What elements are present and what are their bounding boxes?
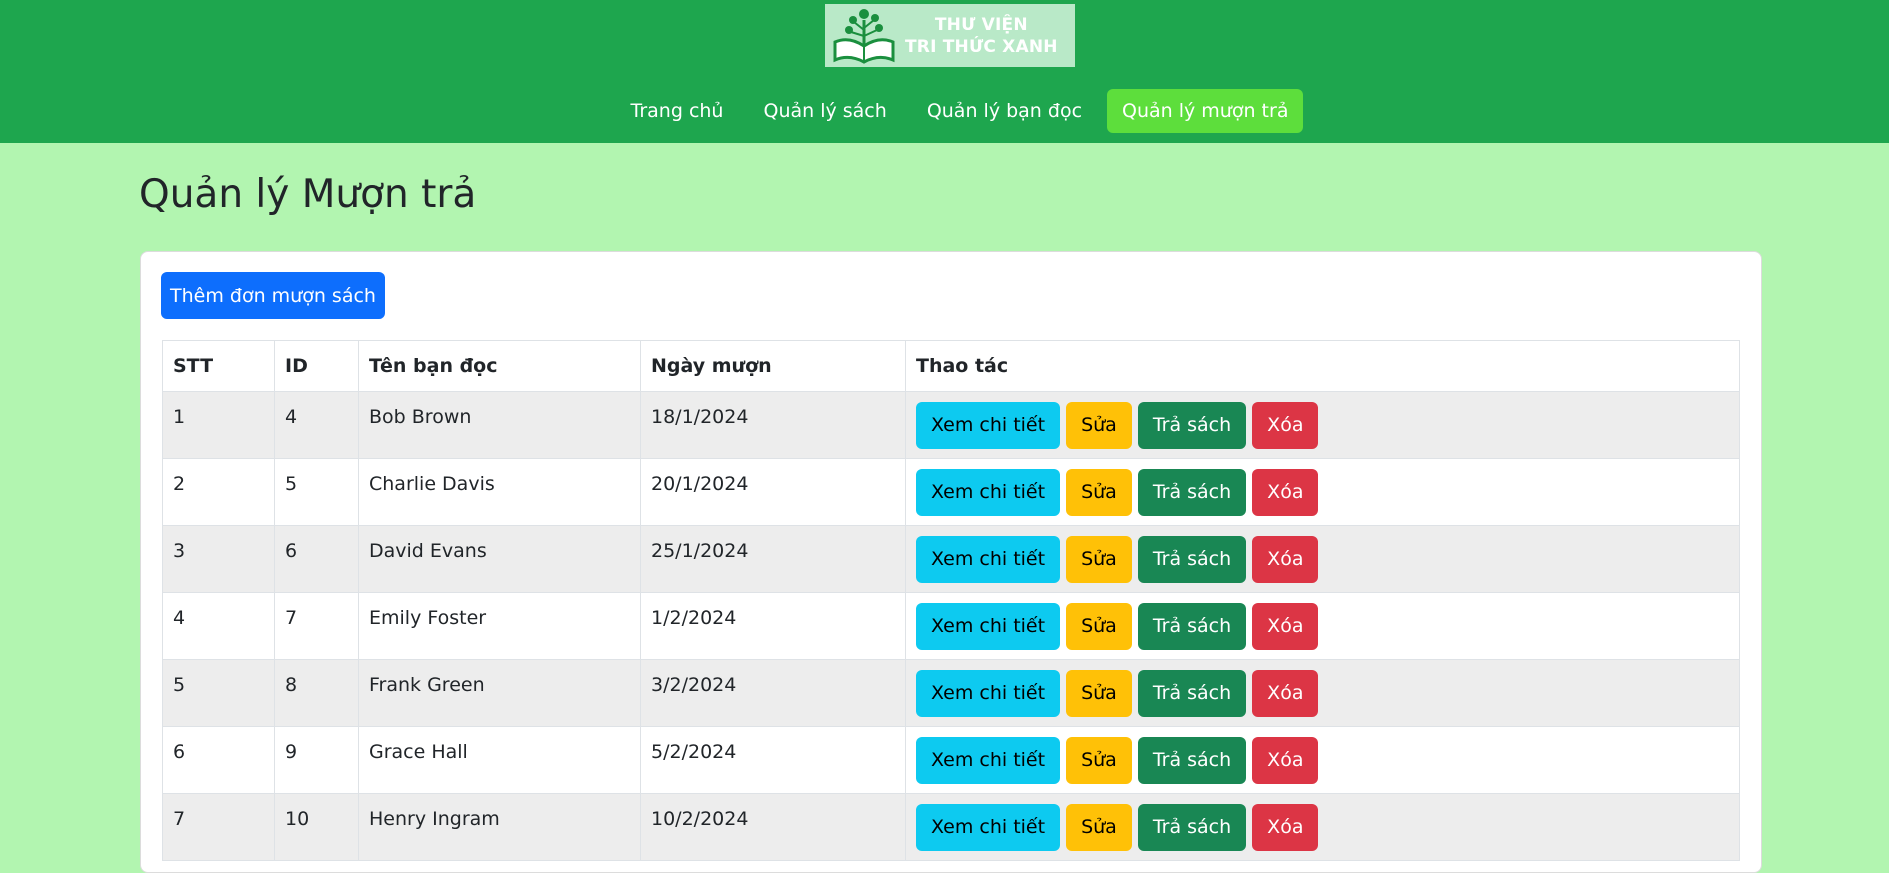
actions-cell: Xem chi tiết Sửa Trả sách Xóa (905, 592, 1740, 660)
edit-button[interactable]: Sửa (1066, 804, 1132, 851)
brand-line-2: TRI THỨC XANH (905, 36, 1058, 57)
return-book-button[interactable]: Trả sách (1137, 804, 1247, 851)
return-book-button[interactable]: Trả sách (1137, 670, 1247, 717)
delete-button[interactable]: Xóa (1252, 469, 1319, 516)
table-body: 1 4 Bob Brown 18/1/2024 Xem chi tiết Sửa Trả s… (162, 391, 1740, 861)
site-header: THƯ VIỆN TRI THỨC XANH Trang chủ Quản lý… (0, 0, 1889, 143)
nav-item-loans[interactable]: Quản lý mượn trả (1107, 89, 1304, 133)
delete-button[interactable]: Xóa (1252, 670, 1319, 717)
reader-name-cell: David Evans (358, 525, 641, 593)
edit-button[interactable]: Sửa (1066, 670, 1132, 717)
return-book-button[interactable]: Trả sách (1137, 603, 1247, 650)
id-cell: 10 (274, 793, 359, 861)
table-row: 6 9 Grace Hall 5/2/2024 Xem chi tiết Sửa Trả s… (162, 726, 1740, 794)
book-tree-icon (833, 8, 895, 64)
stt-cell: 1 (162, 391, 275, 459)
return-book-button[interactable]: Trả sách (1137, 469, 1247, 516)
actions-cell: Xem chi tiết Sửa Trả sách Xóa (905, 525, 1740, 593)
id-cell: 9 (274, 726, 359, 794)
borrow-date-cell: 20/1/2024 (640, 458, 906, 526)
table-row: 5 8 Frank Green 3/2/2024 Xem chi tiết Sửa Trả … (162, 659, 1740, 727)
loans-table: STT ID Tên bạn đọc Ngày mượn Thao tác 14… (162, 340, 1740, 861)
reader-name-cell: Bob Brown (358, 391, 641, 459)
actions-cell: Xem chi tiết Sửa Trả sách Xóa (905, 458, 1740, 526)
view-detail-button[interactable]: Xem chi tiết (916, 804, 1061, 851)
borrow-date-cell: 5/2/2024 (640, 726, 906, 794)
return-book-button[interactable]: Trả sách (1137, 536, 1247, 583)
loans-card: Thêm đơn mượn sách STT ID Tên bạn đọc Ng… (140, 251, 1762, 873)
header-stt: STT (162, 340, 275, 392)
stt-cell: 3 (162, 525, 275, 593)
nav-item-books[interactable]: Quản lý sách (748, 89, 901, 133)
table-row: 2 5 Charlie Davis 20/1/2024 Xem chi tiết Sửa T… (162, 458, 1740, 526)
header-borrow-date: Ngày mượn (640, 340, 906, 392)
view-detail-button[interactable]: Xem chi tiết (916, 469, 1061, 516)
actions-cell: Xem chi tiết Sửa Trả sách Xóa (905, 659, 1740, 727)
borrow-date-cell: 1/2/2024 (640, 592, 906, 660)
table-row: 1 4 Bob Brown 18/1/2024 Xem chi tiết Sửa Trả s… (162, 391, 1740, 459)
return-book-button[interactable]: Trả sách (1137, 737, 1247, 784)
reader-name-cell: Grace Hall (358, 726, 641, 794)
id-cell: 7 (274, 592, 359, 660)
table-header-row: STT ID Tên bạn đọc Ngày mượn Thao tác (162, 340, 1740, 392)
delete-button[interactable]: Xóa (1252, 536, 1319, 583)
table-row: 4 7 Emily Foster 1/2/2024 Xem chi tiết Sửa Trả… (162, 592, 1740, 660)
header-actions: Thao tác (905, 340, 1740, 392)
edit-button[interactable]: Sửa (1066, 603, 1132, 650)
edit-button[interactable]: Sửa (1066, 737, 1132, 784)
reader-name-cell: Frank Green (358, 659, 641, 727)
header-reader-name: Tên bạn đọc (358, 340, 641, 392)
page-title: Quản lý Mượn trả (139, 172, 477, 217)
main-nav: Trang chủ Quản lý sách Quản lý bạn đọc Q… (0, 89, 1889, 133)
actions-cell: Xem chi tiết Sửa Trả sách Xóa (905, 726, 1740, 794)
view-detail-button[interactable]: Xem chi tiết (916, 603, 1061, 650)
view-detail-button[interactable]: Xem chi tiết (916, 670, 1061, 717)
nav-item-home[interactable]: Trang chủ (616, 89, 739, 133)
id-cell: 4 (274, 391, 359, 459)
reader-name-cell: Charlie Davis (358, 458, 641, 526)
stt-cell: 6 (162, 726, 275, 794)
edit-button[interactable]: Sửa (1066, 402, 1132, 449)
delete-button[interactable]: Xóa (1252, 402, 1319, 449)
stt-cell: 7 (162, 793, 275, 861)
brand-name: THƯ VIỆN TRI THỨC XANH (905, 14, 1058, 58)
id-cell: 5 (274, 458, 359, 526)
add-loan-button[interactable]: Thêm đơn mượn sách (161, 272, 385, 319)
borrow-date-cell: 3/2/2024 (640, 659, 906, 727)
edit-button[interactable]: Sửa (1066, 536, 1132, 583)
reader-name-cell: Emily Foster (358, 592, 641, 660)
brand-logo[interactable]: THƯ VIỆN TRI THỨC XANH (825, 4, 1075, 67)
id-cell: 8 (274, 659, 359, 727)
delete-button[interactable]: Xóa (1252, 804, 1319, 851)
view-detail-button[interactable]: Xem chi tiết (916, 536, 1061, 583)
id-cell: 6 (274, 525, 359, 593)
view-detail-button[interactable]: Xem chi tiết (916, 402, 1061, 449)
stt-cell: 4 (162, 592, 275, 660)
brand-line-1: THƯ VIỆN (934, 14, 1028, 35)
edit-button[interactable]: Sửa (1066, 469, 1132, 516)
actions-cell: Xem chi tiết Sửa Trả sách Xóa (905, 391, 1740, 459)
table-row: 3 6 David Evans 25/1/2024 Xem chi tiết Sửa Trả… (162, 525, 1740, 593)
delete-button[interactable]: Xóa (1252, 603, 1319, 650)
delete-button[interactable]: Xóa (1252, 737, 1319, 784)
borrow-date-cell: 18/1/2024 (640, 391, 906, 459)
borrow-date-cell: 25/1/2024 (640, 525, 906, 593)
borrow-date-cell: 10/2/2024 (640, 793, 906, 861)
actions-cell: Xem chi tiết Sửa Trả sách Xóa (905, 793, 1740, 861)
view-detail-button[interactable]: Xem chi tiết (916, 737, 1061, 784)
header-id: ID (274, 340, 359, 392)
stt-cell: 2 (162, 458, 275, 526)
stt-cell: 5 (162, 659, 275, 727)
reader-name-cell: Henry Ingram (358, 793, 641, 861)
nav-item-readers[interactable]: Quản lý bạn đọc (912, 89, 1097, 133)
table-row: 7 10 Henry Ingram 10/2/2024 Xem chi tiết Sửa T… (162, 793, 1740, 861)
return-book-button[interactable]: Trả sách (1137, 402, 1247, 449)
